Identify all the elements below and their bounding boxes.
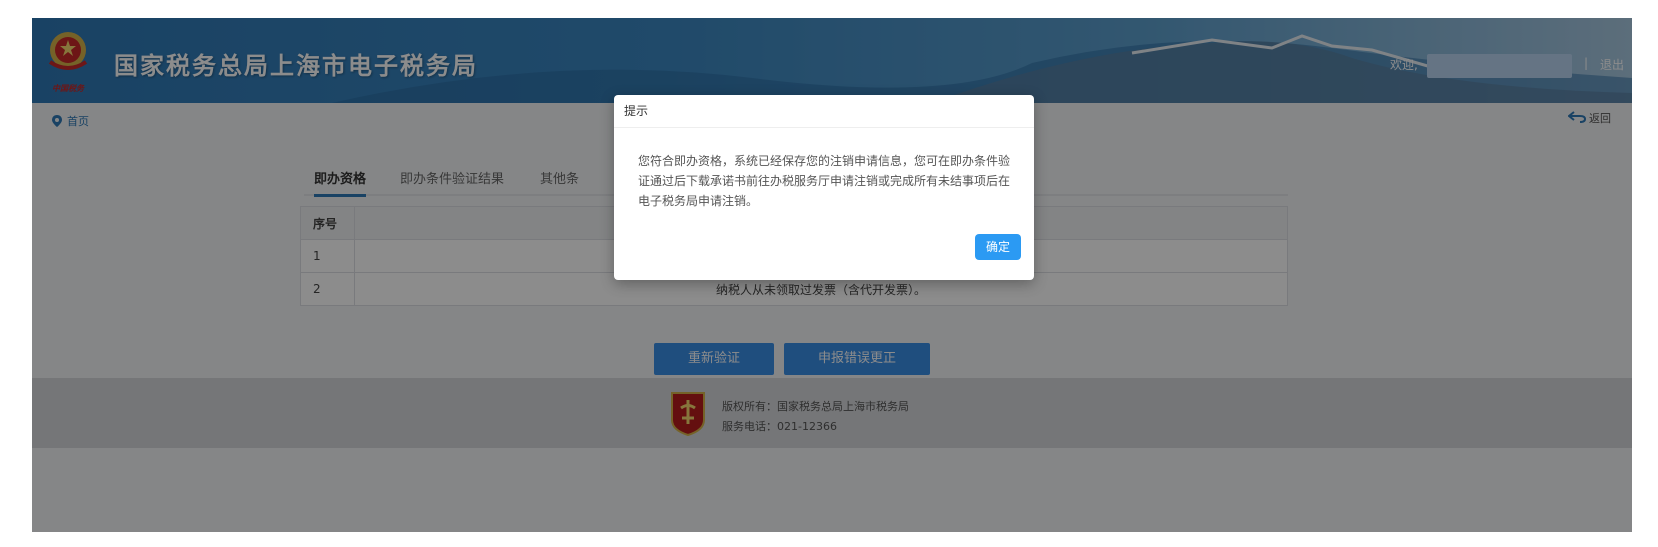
ok-button[interactable]: 确定: [975, 234, 1021, 260]
dialog-title: 提示: [614, 95, 1034, 128]
prompt-dialog: 提示 您符合即办资格，系统已经保存您的注销申请信息，您可在即办条件验证通过后下载…: [614, 95, 1034, 280]
dialog-message: 您符合即办资格，系统已经保存您的注销申请信息，您可在即办条件验证通过后下载承诺书…: [638, 154, 1011, 208]
app-window: 中国税务 国家税务总局上海市电子税务局 欢迎, | 退出 首页 返回 即办资格 …: [32, 18, 1632, 532]
